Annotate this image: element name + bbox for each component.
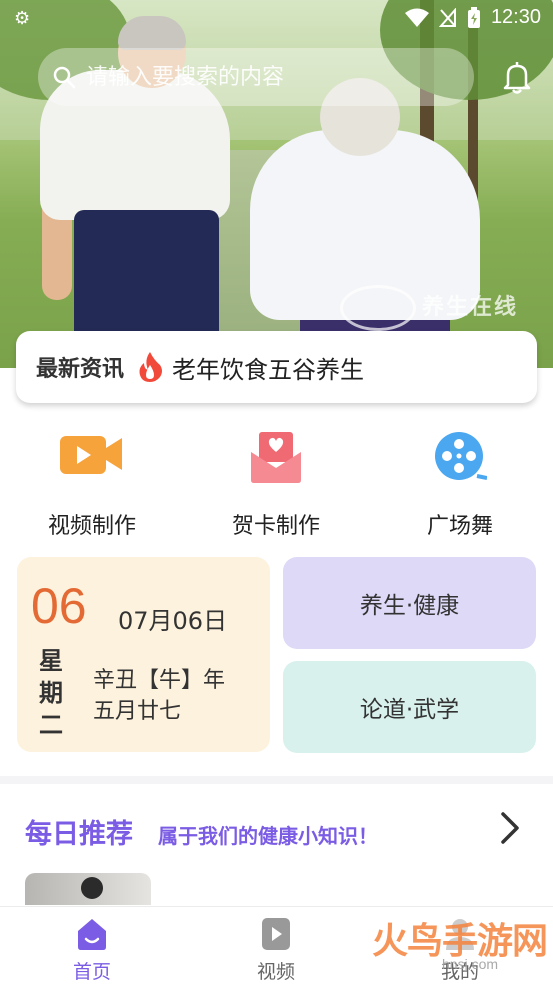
search-bar[interactable] — [38, 48, 474, 106]
news-ticker[interactable]: 最新资讯 老年饮食五谷养生 — [16, 331, 537, 403]
status-time: 12:30 — [490, 6, 541, 28]
tile-health[interactable]: 养生·健康 — [283, 557, 536, 649]
calendar-date: 07月06日 — [118, 607, 228, 635]
calendar-card[interactable]: 06 07月06日 星期二 辛丑【牛】年 五月廿七 — [17, 557, 270, 752]
feature-card-making[interactable]: 贺卡制作 — [184, 430, 368, 545]
status-bar: ⚙ 12:30 — [0, 0, 553, 38]
search-input[interactable] — [84, 63, 448, 91]
nav-video[interactable]: 视频 — [184, 907, 368, 984]
home-icon — [78, 919, 106, 950]
banner-watermark: 养生在线 — [340, 285, 540, 331]
nav-home[interactable]: 首页 — [0, 907, 184, 984]
battery-charging-icon — [467, 6, 480, 28]
tile-martial[interactable]: 论道·武学 — [283, 661, 536, 753]
greeting-card-icon — [251, 432, 301, 483]
banner-watermark-text: 养生在线 — [422, 295, 519, 320]
feature-square-dance[interactable]: 广场舞 — [368, 430, 552, 545]
news-title: 最新资讯 — [36, 357, 125, 382]
chevron-right-icon[interactable] — [496, 810, 524, 846]
daily-title: 每日推荐 — [25, 819, 133, 850]
recommendation-thumbnail[interactable] — [25, 873, 151, 905]
feature-label: 贺卡制作 — [231, 514, 320, 539]
no-signal-icon — [438, 7, 456, 27]
calendar-lunar-year: 辛丑【牛】年 — [93, 668, 226, 693]
site-watermark: 火鸟手游网 hnsj.com — [372, 912, 548, 976]
thumbnail-figure — [81, 877, 103, 899]
feature-grid: 视频制作 贺卡制作 广场舞 — [0, 430, 553, 545]
calendar-day: 06 — [31, 578, 87, 634]
lotus-logo-icon — [340, 285, 416, 331]
calendar-lunar-date: 五月廿七 — [93, 699, 182, 724]
feature-video-making[interactable]: 视频制作 — [0, 430, 184, 545]
film-reel-icon — [435, 432, 487, 480]
wifi-icon — [404, 8, 429, 27]
feature-label: 广场舞 — [426, 514, 493, 539]
notification-gear-icon: ⚙ — [14, 8, 31, 29]
calendar-weekday: 星期二 — [39, 647, 63, 739]
news-headline[interactable]: 老年饮食五谷养生 — [172, 350, 364, 385]
status-indicators: 12:30 — [404, 6, 541, 29]
video-camera-icon — [60, 436, 122, 474]
daily-subtitle: 属于我们的健康小知识！ — [158, 824, 378, 848]
flame-icon — [139, 352, 163, 382]
section-divider — [0, 776, 553, 784]
feature-label: 视频制作 — [47, 514, 136, 539]
video-play-icon — [262, 918, 290, 950]
nav-label: 首页 — [72, 961, 111, 983]
nav-label: 视频 — [256, 961, 295, 983]
search-icon — [53, 66, 76, 89]
bell-icon[interactable] — [498, 58, 536, 96]
site-watermark-url: hnsj.com — [442, 956, 499, 972]
